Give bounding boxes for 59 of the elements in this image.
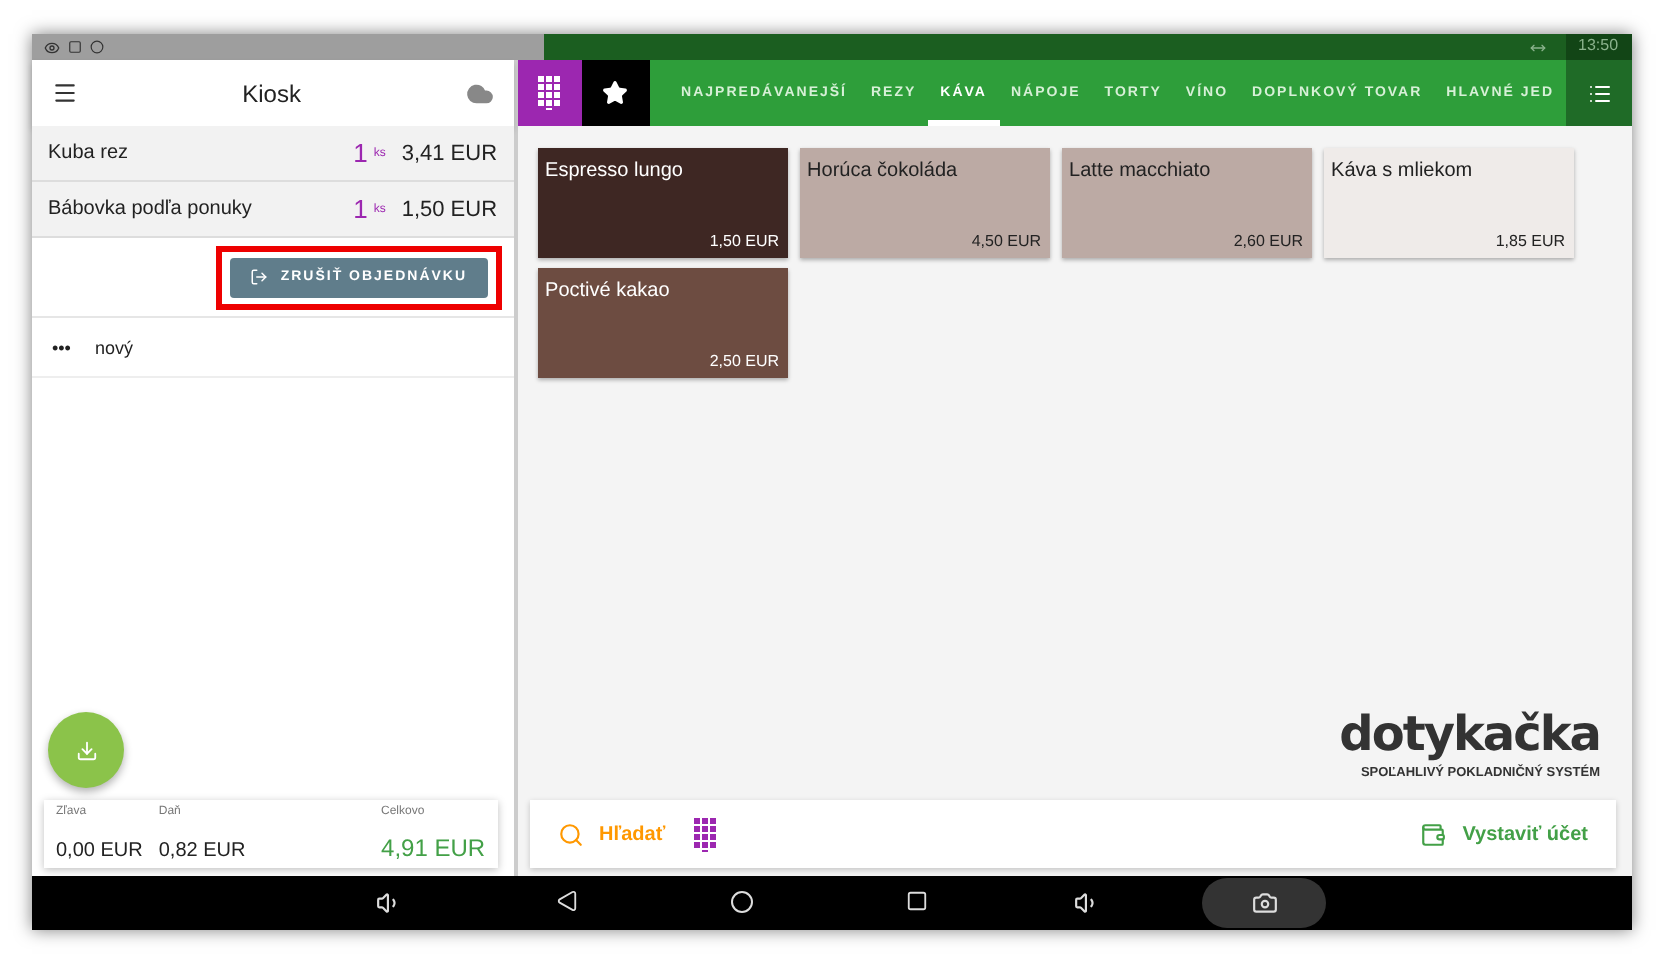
list-view-button[interactable] — [1566, 60, 1632, 126]
cloud-icon[interactable] — [465, 79, 494, 107]
more-icon[interactable]: ••• — [52, 337, 71, 357]
summary-value: 0,82 EUR — [158, 840, 246, 862]
product-tile[interactable]: Káva s mliekom 1,85 EUR — [1323, 148, 1574, 258]
back-button[interactable] — [556, 890, 578, 912]
product-tile[interactable]: Poctivé kakao 2,50 EUR — [537, 268, 788, 378]
product-price: 1,85 EUR — [1493, 232, 1566, 250]
download-icon — [75, 739, 97, 761]
back-icon — [556, 890, 578, 912]
status-time: 13:50 — [1566, 34, 1632, 60]
product-price: 2,60 EUR — [1231, 232, 1304, 250]
item-name: Kuba rez — [48, 142, 131, 164]
product-name: Latte macchiato — [1069, 160, 1213, 182]
volume-down-button[interactable] — [376, 890, 402, 916]
eye-icon — [44, 39, 60, 55]
menu-icon[interactable] — [52, 80, 78, 106]
item-quantity: 1 — [353, 194, 368, 224]
keypad-button[interactable] — [517, 60, 582, 126]
total-value: 4,91 EUR — [381, 834, 486, 862]
order-title: Kiosk — [240, 79, 303, 107]
product-price: 4,50 EUR — [969, 232, 1042, 250]
product-price: 1,50 EUR — [707, 232, 780, 250]
speaker-icon — [1074, 890, 1100, 916]
summary-value: 0,00 EUR — [56, 840, 143, 862]
product-name: Espresso lungo — [545, 160, 685, 182]
product-name: Káva s mliekom — [1331, 160, 1475, 182]
checkout-button[interactable]: Vystaviť účet — [1408, 819, 1600, 849]
exit-icon — [250, 268, 269, 286]
home-icon — [730, 890, 754, 914]
item-quantity: 1 — [353, 138, 368, 168]
product-price: 2,50 EUR — [707, 352, 780, 370]
favorites-button[interactable] — [581, 60, 650, 126]
star-icon — [602, 80, 629, 106]
wallet-icon — [1420, 821, 1447, 847]
square-icon — [68, 40, 82, 54]
search-icon — [557, 821, 584, 847]
item-price: 1,50 EUR — [401, 197, 498, 221]
product-tile[interactable]: Latte macchiato 2,60 EUR — [1061, 148, 1312, 258]
item-name: Bábovka podľa ponuky — [48, 198, 254, 220]
screenshot-button[interactable] — [1202, 878, 1326, 928]
speaker-icon — [376, 890, 402, 916]
product-tile[interactable]: Horúca čokoláda 4,50 EUR — [799, 148, 1050, 258]
volume-up-button[interactable] — [1074, 890, 1100, 916]
product-name: Poctivé kakao — [545, 280, 672, 302]
circle-icon — [90, 40, 104, 54]
item-price: 3,41 EUR — [401, 141, 498, 165]
pending-order[interactable]: ••• nový — [32, 318, 514, 378]
logo-wordmark: dotykačka — [1339, 710, 1600, 758]
pending-order-name: nový — [94, 337, 133, 357]
arrows-icon — [1530, 39, 1546, 55]
keypad-icon — [693, 817, 718, 851]
product-name: Horúca čokoláda — [807, 160, 960, 182]
product-tile[interactable]: Espresso lungo 1,50 EUR — [537, 148, 788, 258]
recents-button[interactable] — [906, 890, 928, 912]
recents-icon — [906, 890, 928, 912]
home-button[interactable] — [730, 890, 754, 914]
keypad-icon — [537, 76, 562, 110]
camera-icon — [1251, 890, 1277, 916]
